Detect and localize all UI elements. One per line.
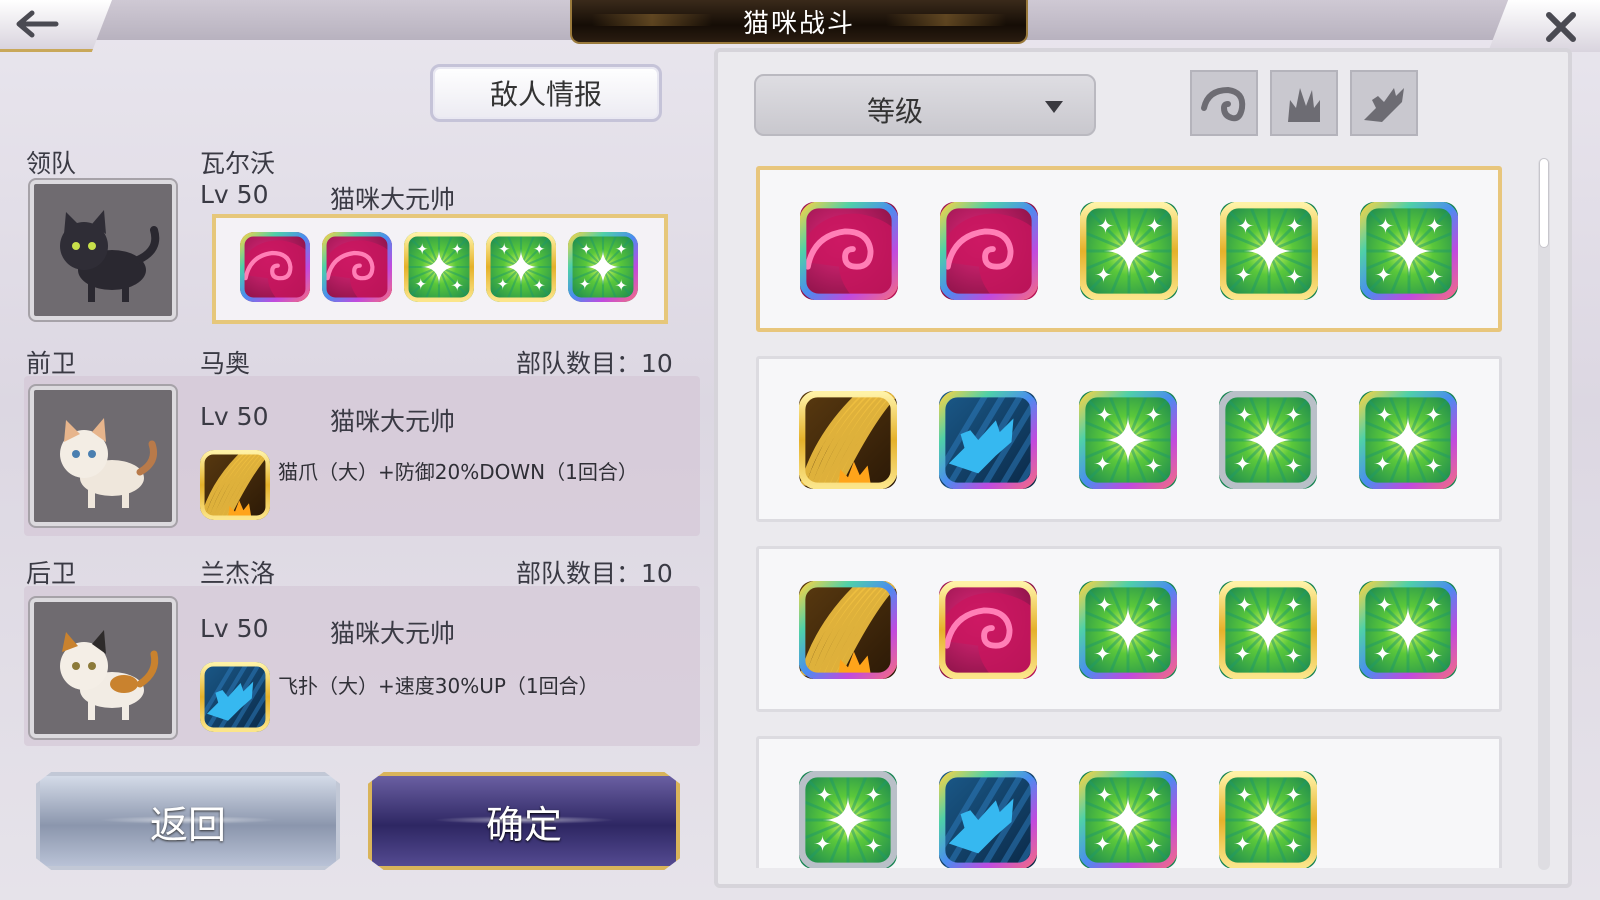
sort-dropdown-label: 等级	[866, 95, 923, 128]
title-ornament-right	[886, 14, 1006, 26]
page-title: 猫咪战斗	[742, 8, 855, 39]
pounce-blue-skill-icon[interactable]	[939, 391, 1037, 489]
sparkle-green-skill-icon[interactable]	[1219, 581, 1317, 679]
rear-portrait[interactable]	[28, 596, 178, 740]
close-icon	[1546, 12, 1576, 42]
team-row[interactable]	[756, 546, 1502, 712]
rear-unit-count: 部队数目：10	[516, 559, 673, 588]
sparkle-green-skill-icon[interactable]	[1360, 202, 1458, 300]
leader-role-label: 领队	[26, 149, 77, 178]
team-row[interactable]	[756, 736, 1502, 868]
sparkle-green-skill-icon[interactable]	[404, 232, 474, 302]
front-role-label: 前卫	[26, 349, 77, 378]
sparkle-green-skill-icon[interactable]	[1079, 771, 1177, 868]
pounce-blue-skill-icon[interactable]	[200, 662, 270, 732]
leader-name: 瓦尔沃	[200, 149, 276, 178]
leader-skill-tray	[212, 214, 668, 324]
rear-rank: 猫咪大元帅	[330, 619, 456, 648]
sparkle-green-skill-icon[interactable]	[799, 771, 897, 868]
team-list	[720, 150, 1510, 868]
front-level: Lv 50	[200, 402, 269, 431]
rear-skill-text: 飞扑（大）+速度30%UP（1回合）	[278, 674, 599, 698]
leader-rank: 猫咪大元帅	[330, 185, 456, 214]
claw-pink-skill-icon[interactable]	[240, 232, 310, 302]
scratch-gold-skill-icon[interactable]	[799, 391, 897, 489]
confirm-button-glow	[432, 815, 616, 824]
front-portrait[interactable]	[28, 384, 178, 528]
front-unit-count: 部队数目：10	[516, 349, 673, 378]
team-row[interactable]	[756, 356, 1502, 522]
team-list-scroll-thumb[interactable]	[1539, 158, 1549, 248]
enemy-info-button[interactable]: 敌人情报	[430, 64, 662, 122]
sparkle-green-skill-icon[interactable]	[486, 232, 556, 302]
front-rank: 猫咪大元帅	[330, 407, 456, 436]
return-button[interactable]: 返回	[36, 772, 340, 870]
front-skill-text: 猫爪（大）+防御20%DOWN（1回合）	[278, 460, 638, 484]
sparkle-green-skill-icon[interactable]	[1079, 391, 1177, 489]
claw-filter-icon	[1201, 86, 1246, 122]
sparkle-green-skill-icon[interactable]	[1079, 581, 1177, 679]
scratch-gold-skill-icon[interactable]	[799, 581, 897, 679]
claw-pink-skill-icon[interactable]	[800, 202, 898, 300]
claw-pink-skill-icon[interactable]	[939, 581, 1037, 679]
rear-name: 兰杰洛	[200, 559, 276, 588]
front-name: 马奥	[200, 349, 251, 378]
calico-cat-avatar	[60, 630, 159, 720]
confirm-button[interactable]: 确定	[368, 772, 680, 870]
sparkle-green-skill-icon[interactable]	[1359, 391, 1457, 489]
scratch-filter-icon	[1288, 88, 1320, 122]
back-button[interactable]	[0, 0, 112, 52]
return-button-glow	[99, 815, 277, 824]
pounce-filter-icon	[1364, 88, 1404, 122]
team-row[interactable]	[756, 166, 1502, 332]
team-list-scrollbar[interactable]	[1538, 158, 1550, 870]
pounce-blue-skill-icon[interactable]	[939, 771, 1037, 868]
filter-claw-button[interactable]	[1190, 70, 1258, 136]
sparkle-green-skill-icon[interactable]	[1219, 391, 1317, 489]
title-plate: 猫咪战斗	[570, 0, 1028, 44]
enemy-info-label: 敌人情报	[489, 78, 602, 111]
black-cat-avatar	[60, 210, 160, 302]
scratch-gold-skill-icon[interactable]	[200, 450, 270, 520]
filter-pounce-button[interactable]	[1350, 70, 1418, 136]
arrow-left-icon	[16, 10, 59, 38]
leader-portrait[interactable]	[28, 178, 178, 322]
rear-role-label: 后卫	[26, 559, 77, 588]
sparkle-green-skill-icon[interactable]	[1220, 202, 1318, 300]
claw-pink-skill-icon[interactable]	[322, 232, 392, 302]
filter-scratch-button[interactable]	[1270, 70, 1338, 136]
claw-pink-skill-icon[interactable]	[940, 202, 1038, 300]
sparkle-green-skill-icon[interactable]	[1219, 771, 1317, 868]
sort-dropdown[interactable]: 等级	[754, 74, 1096, 136]
sparkle-green-skill-icon[interactable]	[568, 232, 638, 302]
white-cat-avatar	[60, 418, 157, 508]
sparkle-green-skill-icon[interactable]	[1080, 202, 1178, 300]
title-ornament-left	[592, 14, 712, 26]
sparkle-green-skill-icon[interactable]	[1359, 581, 1457, 679]
chevron-down-icon	[1045, 101, 1063, 113]
leader-level: Lv 50	[200, 180, 269, 209]
rear-level: Lv 50	[200, 614, 269, 643]
